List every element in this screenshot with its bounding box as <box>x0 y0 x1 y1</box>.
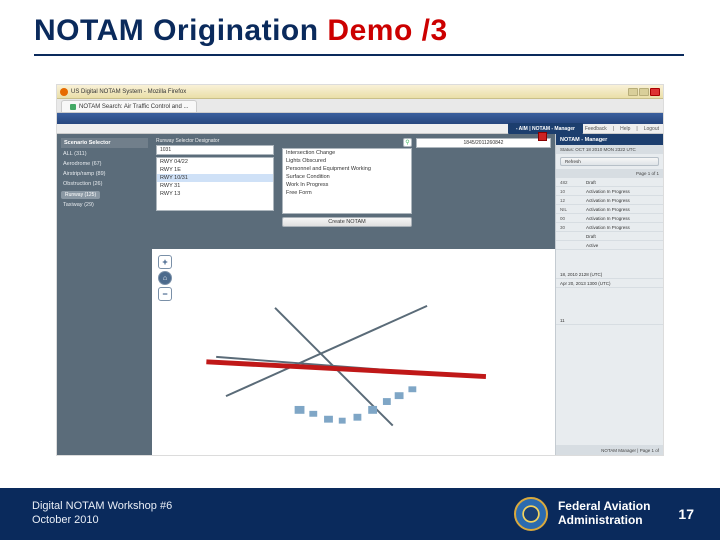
window-title: US Digital NOTAM System - Mozilla Firefo… <box>71 89 186 95</box>
app-screenshot: US Digital NOTAM System - Mozilla Firefo… <box>56 84 664 456</box>
table-row: 00Activation In Progress <box>556 214 663 223</box>
list-item[interactable]: Lights Obscured <box>283 157 411 165</box>
tab-label: NOTAM Search: Air Traffic Control and ..… <box>79 104 188 110</box>
scenario-header: Scenario Selector <box>61 138 148 148</box>
link-logout[interactable]: Logout <box>644 126 659 132</box>
create-notam-button[interactable]: Create NOTAM <box>282 217 412 227</box>
footer-left: Digital NOTAM Workshop #6 October 2010 <box>0 500 172 528</box>
table-row: 30Activation In Progress <box>556 223 663 232</box>
meta-row: Apr 20, 2013 1300 (UTC) <box>556 279 663 288</box>
page-number: 17 <box>678 506 694 522</box>
panel-title: NOTAM - Manager <box>556 134 663 145</box>
runway-diagram <box>152 249 555 455</box>
faa-label: Federal Aviation Administration <box>558 500 650 528</box>
panel-status: Status: OCT 18 2010 MON 2322 UTC <box>556 145 663 154</box>
scenario-selector: Scenario Selector ALL (311) Aerodrome (6… <box>57 134 152 455</box>
title-accent: Demo /3 <box>319 14 448 47</box>
list-item-selected[interactable]: RWY 10/31 <box>157 174 273 182</box>
runway-selector: Runway Selector Designator 1031 RWY 04/2… <box>156 138 274 245</box>
list-item[interactable]: Free Form <box>283 189 411 197</box>
header-links: - AIM | NOTAM - Manager References| Feed… <box>57 124 663 134</box>
list-item[interactable]: RWY 1E <box>157 166 273 174</box>
slide-footer: Digital NOTAM Workshop #6 October 2010 F… <box>0 488 720 540</box>
runway-label: Runway Selector Designator <box>156 138 274 144</box>
list-item[interactable]: Surface Condition <box>283 173 411 181</box>
faa-seal-icon <box>514 497 548 531</box>
scenario-item[interactable]: Taxiway (29) <box>61 201 148 209</box>
value-row: 11 <box>556 316 663 325</box>
max-button[interactable] <box>639 88 649 96</box>
scenario-item[interactable]: Airstrip/ramp (89) <box>61 170 148 178</box>
list-item[interactable]: Work In Progress <box>283 181 411 189</box>
browser-tabs: NOTAM Search: Air Traffic Control and ..… <box>57 99 663 113</box>
meta-row: 18, 2010 2128 (UTC) <box>556 270 663 279</box>
slide-title: NOTAM Origination Demo /3 <box>0 0 720 54</box>
list-item[interactable]: RWY 04/22 <box>157 158 273 166</box>
notam-manager-panel: NOTAM - Manager Status: OCT 18 2010 MON … <box>555 134 663 455</box>
browser-titlebar: US Digital NOTAM System - Mozilla Firefo… <box>57 85 663 99</box>
close-panel-icon[interactable] <box>538 132 547 141</box>
list-item[interactable]: Intersection Change <box>283 149 411 157</box>
close-button[interactable] <box>650 88 660 96</box>
notam-code: 1845/2011260842 <box>416 138 551 148</box>
table-row: Draft <box>556 232 663 241</box>
scenario-item[interactable]: ALL (311) <box>61 150 148 158</box>
code-column: 1845/2011260842 <box>416 138 551 245</box>
table-row: 10Activation In Progress <box>556 187 663 196</box>
scenario-type-selector: ⚲ Intersection Change Lights Obscured Pe… <box>282 138 412 245</box>
scenario-item-selected[interactable]: Runway (125) <box>61 191 100 199</box>
statusbar: NOTAM Manager | Page 1 of <box>556 445 663 455</box>
footer-line1: Digital NOTAM Workshop #6 <box>32 500 172 514</box>
list-item[interactable]: RWY 31 <box>157 182 273 190</box>
link-help[interactable]: Help <box>620 126 630 132</box>
runway-input[interactable]: 1031 <box>156 145 274 155</box>
scenario-item[interactable]: Aerodrome (67) <box>61 160 148 168</box>
list-item[interactable]: RWY 13 <box>157 190 273 198</box>
scenario-item[interactable]: Obstruction (26) <box>61 180 148 188</box>
min-button[interactable] <box>628 88 638 96</box>
tab-favicon <box>70 104 76 110</box>
table-row: Active <box>556 241 663 250</box>
search-icon[interactable]: ⚲ <box>403 138 412 147</box>
runway-list[interactable]: RWY 04/22 RWY 1E RWY 10/31 RWY 31 RWY 13 <box>156 157 274 211</box>
active-tab[interactable]: NOTAM Search: Air Traffic Control and ..… <box>61 100 197 112</box>
link-feedback[interactable]: Feedback <box>585 126 607 132</box>
title-underline <box>34 54 684 56</box>
table-row: 482Draft <box>556 178 663 187</box>
refresh-button[interactable]: Refresh <box>560 157 659 166</box>
selected-runway <box>206 362 486 377</box>
airport-map[interactable]: + ⌂ − <box>152 249 555 455</box>
firefox-icon <box>60 88 68 96</box>
list-item[interactable]: Personnel and Equipment Working <box>283 165 411 173</box>
footer-line2: October 2010 <box>32 514 172 528</box>
title-main: NOTAM Origination <box>34 14 319 47</box>
type-list[interactable]: Intersection Change Lights Obscured Pers… <box>282 148 412 214</box>
selector-panel: Runway Selector Designator 1031 RWY 04/2… <box>152 134 555 249</box>
table-row: 12Activation In Progress <box>556 196 663 205</box>
pager-top: Page 1 of 1 <box>556 169 663 178</box>
table-row: NILActivation In Progress <box>556 205 663 214</box>
